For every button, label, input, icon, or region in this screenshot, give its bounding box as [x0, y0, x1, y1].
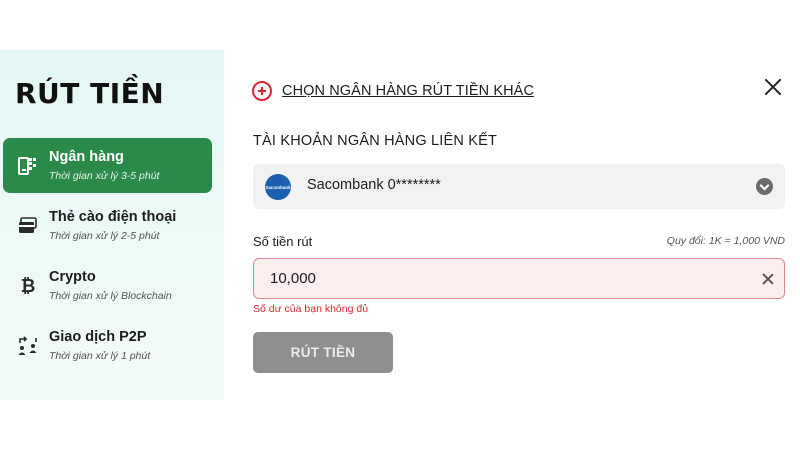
page-title: RÚT TIỀN — [15, 77, 165, 110]
sidebar-item-label: Crypto — [49, 269, 96, 285]
bitcoin-icon: ₿ — [20, 275, 36, 297]
sidebar-item-label: Giao dịch P2P — [49, 329, 147, 345]
sidebar-item-bank[interactable]: Ngân hàng Thời gian xử lý 3-5 phút — [3, 138, 212, 193]
sidebar-item-label: Thẻ cào điện thoại — [49, 209, 177, 225]
bank-account-select[interactable]: Sacombank Sacombank 0******** — [253, 164, 785, 209]
error-message: Số dư của bạn không đủ — [253, 303, 369, 315]
sidebar-item-subtitle: Thời gian xử lý Blockchain — [49, 290, 172, 302]
sidebar-item-crypto[interactable]: ₿ Crypto Thời gian xử lý Blockchain — [3, 258, 212, 313]
amount-input[interactable]: 10,000 — [253, 258, 785, 299]
sidebar-item-subtitle: Thời gian xử lý 2-5 phút — [49, 230, 160, 242]
amount-label: Số tiền rút — [253, 234, 313, 249]
close-icon[interactable] — [762, 76, 784, 98]
clear-icon[interactable] — [761, 272, 775, 286]
withdraw-form: CHỌN NGÂN HÀNG RÚT TIỀN KHÁC TÀI KHOẢN N… — [224, 50, 800, 400]
bank-qr-icon — [17, 155, 39, 177]
linked-account-title: TÀI KHOẢN NGÂN HÀNG LIÊN KẾT — [253, 133, 498, 149]
plus-circle-icon — [252, 81, 272, 101]
amount-value: 10,000 — [270, 270, 316, 287]
sidebar-item-label: Ngân hàng — [49, 149, 124, 165]
phone-card-icon — [17, 215, 39, 237]
sidebar-item-subtitle: Thời gian xử lý 3-5 phút — [49, 170, 160, 182]
p2p-exchange-icon — [17, 335, 39, 357]
sidebar-item-phone-card[interactable]: Thẻ cào điện thoại Thời gian xử lý 2-5 p… — [3, 198, 212, 253]
withdraw-button[interactable]: RÚT TIỀN — [253, 332, 393, 373]
choose-other-bank-label: CHỌN NGÂN HÀNG RÚT TIỀN KHÁC — [282, 83, 535, 99]
exchange-rate-note: Quy đổi: 1K = 1,000 VND — [666, 235, 785, 247]
chevron-down-icon[interactable] — [756, 178, 773, 195]
withdraw-modal: RÚT TIỀN Ngân hàng Thời gian xử lý 3-5 p… — [0, 50, 800, 400]
bank-account-name: Sacombank 0******** — [307, 177, 441, 193]
sidebar: RÚT TIỀN Ngân hàng Thời gian xử lý 3-5 p… — [0, 50, 224, 400]
choose-other-bank-link[interactable]: CHỌN NGÂN HÀNG RÚT TIỀN KHÁC — [252, 81, 534, 101]
sidebar-item-p2p[interactable]: Giao dịch P2P Thời gian xử lý 1 phút — [3, 318, 212, 373]
sacombank-logo: Sacombank — [265, 174, 291, 200]
sidebar-item-subtitle: Thời gian xử lý 1 phút — [49, 350, 151, 362]
